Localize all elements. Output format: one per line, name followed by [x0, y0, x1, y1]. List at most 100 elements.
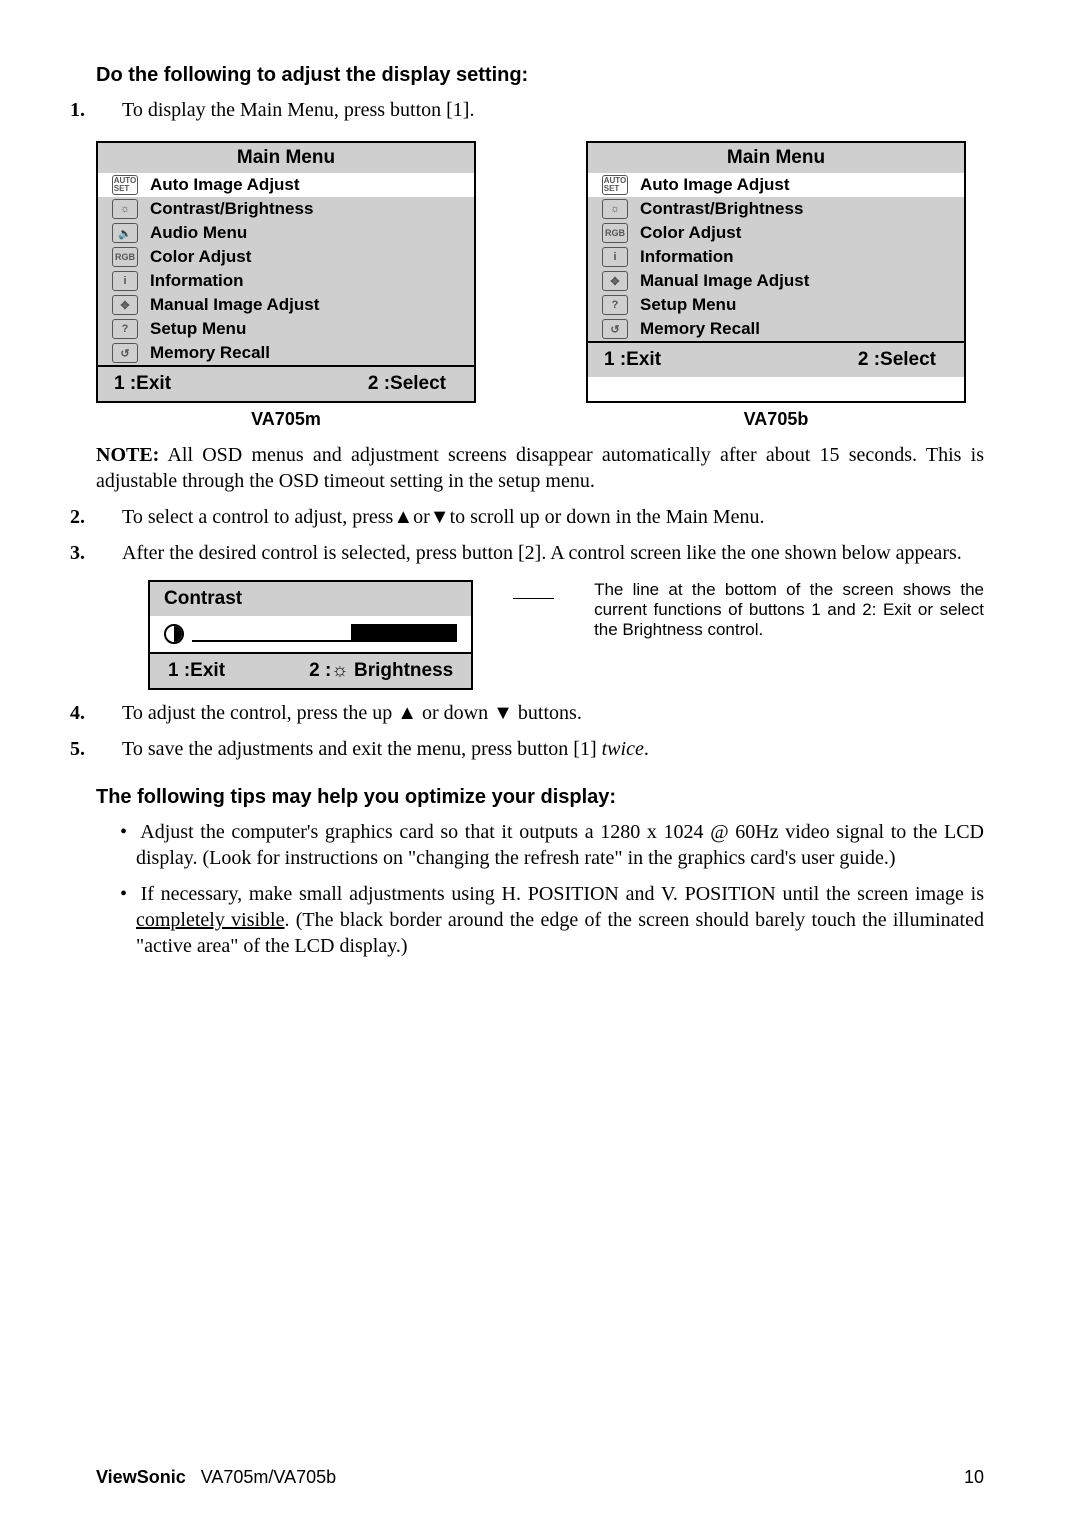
- contrast-control-box: Contrast 1 :Exit 2 :☼ Brightness: [148, 580, 473, 690]
- menu-b-label-0: Auto Image Adjust: [640, 175, 790, 195]
- step5-num: 5.: [96, 736, 122, 762]
- menu-a-row-4: i Information: [98, 269, 474, 293]
- menu-a-label-4: Information: [150, 271, 244, 291]
- menu-b-label-1: Contrast/Brightness: [640, 199, 803, 219]
- caption-a: VA705m: [96, 409, 476, 430]
- menu-b-row-5: ? Setup Menu: [588, 293, 964, 317]
- bullet-2: • If necessary, make small adjustments u…: [96, 881, 984, 959]
- step4-b: or down: [417, 702, 493, 724]
- info-icon: i: [602, 247, 628, 267]
- heading-adjust: Do the following to adjust the display s…: [96, 64, 984, 87]
- footer-brand: ViewSonic: [96, 1467, 186, 1487]
- step3-num: 3.: [96, 540, 122, 566]
- brightness-icon: ☼: [602, 199, 628, 219]
- menu-a-label-5: Manual Image Adjust: [150, 295, 319, 315]
- triangle-up-icon: [393, 506, 413, 528]
- move-icon: ✥: [602, 271, 628, 291]
- menu-b-label-2: Color Adjust: [640, 223, 741, 243]
- menu-a-row-0: AUTOSET Auto Image Adjust: [98, 173, 474, 197]
- menu-a-label-7: Memory Recall: [150, 343, 270, 363]
- question-icon: ?: [602, 295, 628, 315]
- footer-page: 10: [964, 1467, 984, 1488]
- heading-tips: The following tips may help you optimize…: [96, 786, 984, 809]
- bullet2-underline: completely visible: [136, 909, 284, 931]
- triangle-down-icon: [430, 506, 450, 528]
- note-lead: NOTE:: [96, 444, 159, 466]
- contrast-title: Contrast: [150, 582, 471, 616]
- info-icon: i: [112, 271, 138, 291]
- step4-c: buttons.: [513, 702, 582, 724]
- step-5: 5.To save the adjustments and exit the m…: [96, 736, 984, 762]
- footer-product: VA705m/VA705b: [201, 1467, 336, 1487]
- menu-b-row-4: ✥ Manual Image Adjust: [588, 269, 964, 293]
- menu-b-row-6: ↺ Memory Recall: [588, 317, 964, 341]
- menu-a-row-7: ↺ Memory Recall: [98, 341, 474, 365]
- step5-a: To save the adjustments and exit the men…: [122, 738, 602, 760]
- menu-b-footer: 1 :Exit 2 :Select: [588, 341, 964, 377]
- step2-num: 2.: [96, 504, 122, 530]
- contrast-icon: [164, 624, 184, 644]
- menu-b-label-3: Information: [640, 247, 734, 267]
- triangle-down-icon: [493, 702, 513, 724]
- step4-num: 4.: [96, 700, 122, 726]
- autoset-icon: AUTOSET: [112, 175, 138, 195]
- recall-icon: ↺: [112, 343, 138, 363]
- question-icon: ?: [112, 319, 138, 339]
- step-2: 2.To select a control to adjust, press or…: [96, 504, 984, 530]
- menu-va705m: Main Menu AUTOSET Auto Image Adjust ☼ Cont…: [96, 141, 476, 403]
- control-row: Contrast 1 :Exit 2 :☼ Brightness The lin…: [96, 580, 984, 690]
- contrast-slider: [192, 626, 457, 642]
- step5-c: .: [644, 738, 649, 760]
- menu-a-label-0: Auto Image Adjust: [150, 175, 300, 195]
- note-text: All OSD menus and adjustment screens dis…: [96, 444, 984, 492]
- menu-a-label-6: Setup Menu: [150, 319, 246, 339]
- menu-a-footer: 1 :Exit 2 :Select: [98, 365, 474, 401]
- step1-text: To display the Main Menu, press button […: [122, 99, 474, 121]
- menu-b-label-4: Manual Image Adjust: [640, 271, 809, 291]
- menu-a-row-6: ? Setup Menu: [98, 317, 474, 341]
- contrast-brightness: 2 :☼ Brightness: [309, 660, 453, 682]
- menu-b-title: Main Menu: [588, 143, 964, 173]
- recall-icon: ↺: [602, 319, 628, 339]
- caption-b: VA705b: [586, 409, 966, 430]
- menu-a-label-1: Contrast/Brightness: [150, 199, 313, 219]
- menu-a-title: Main Menu: [98, 143, 474, 173]
- triangle-up-icon: [397, 702, 417, 724]
- menu-b-label-6: Memory Recall: [640, 319, 760, 339]
- bullet2-a: If necessary, make small adjustments usi…: [141, 883, 984, 905]
- step2-c: to scroll up or down in the Main Menu.: [450, 506, 765, 528]
- leader-line: [513, 598, 554, 599]
- menu-a-select: 2 :Select: [368, 373, 446, 395]
- menu-b-row-2: RGB Color Adjust: [588, 221, 964, 245]
- menu-a-row-5: ✥Manual Image Adjust: [98, 293, 474, 317]
- menu-b-exit: 1 :Exit: [604, 349, 661, 371]
- menu-a-row-3: RGB Color Adjust: [98, 245, 474, 269]
- menu-a-exit: 1 :Exit: [114, 373, 171, 395]
- menu-a-row-2: 🔈Audio Menu: [98, 221, 474, 245]
- menu-b-select: 2 :Select: [858, 349, 936, 371]
- color-icon: RGB: [602, 223, 628, 243]
- menu-b-row-0: AUTOSETAuto Image Adjust: [588, 173, 964, 197]
- captions-row: VA705m VA705b: [96, 409, 966, 430]
- menus-row: Main Menu AUTOSET Auto Image Adjust ☼ Cont…: [96, 141, 984, 403]
- note-line: NOTE: All OSD menus and adjustment scree…: [96, 442, 984, 494]
- bullet-1: • Adjust the computer's graphics card so…: [96, 819, 984, 871]
- step-3: 3.After the desired control is selected,…: [96, 540, 984, 566]
- step2-a: To select a control to adjust, press: [122, 506, 393, 528]
- menu-a-label-2: Audio Menu: [150, 223, 247, 243]
- step2-b: or: [413, 506, 430, 528]
- contrast-body: [150, 616, 471, 652]
- color-icon: RGB: [112, 247, 138, 267]
- step3-text: After the desired control is selected, p…: [122, 542, 962, 564]
- step4-a: To adjust the control, press the up: [122, 702, 397, 724]
- bullet1-text: Adjust the computer's graphics card so t…: [136, 821, 984, 869]
- step5-twice: twice: [602, 738, 644, 760]
- contrast-footer: 1 :Exit 2 :☼ Brightness: [150, 652, 471, 688]
- menu-a-label-3: Color Adjust: [150, 247, 251, 267]
- contrast-exit: 1 :Exit: [168, 660, 225, 682]
- menu-b-label-5: Setup Menu: [640, 295, 736, 315]
- page-footer: ViewSonic VA705m/VA705b 10: [96, 1467, 984, 1488]
- footer-left: ViewSonic VA705m/VA705b: [96, 1467, 336, 1488]
- menu-b-row-3: i Information: [588, 245, 964, 269]
- brightness-icon: ☼: [112, 199, 138, 219]
